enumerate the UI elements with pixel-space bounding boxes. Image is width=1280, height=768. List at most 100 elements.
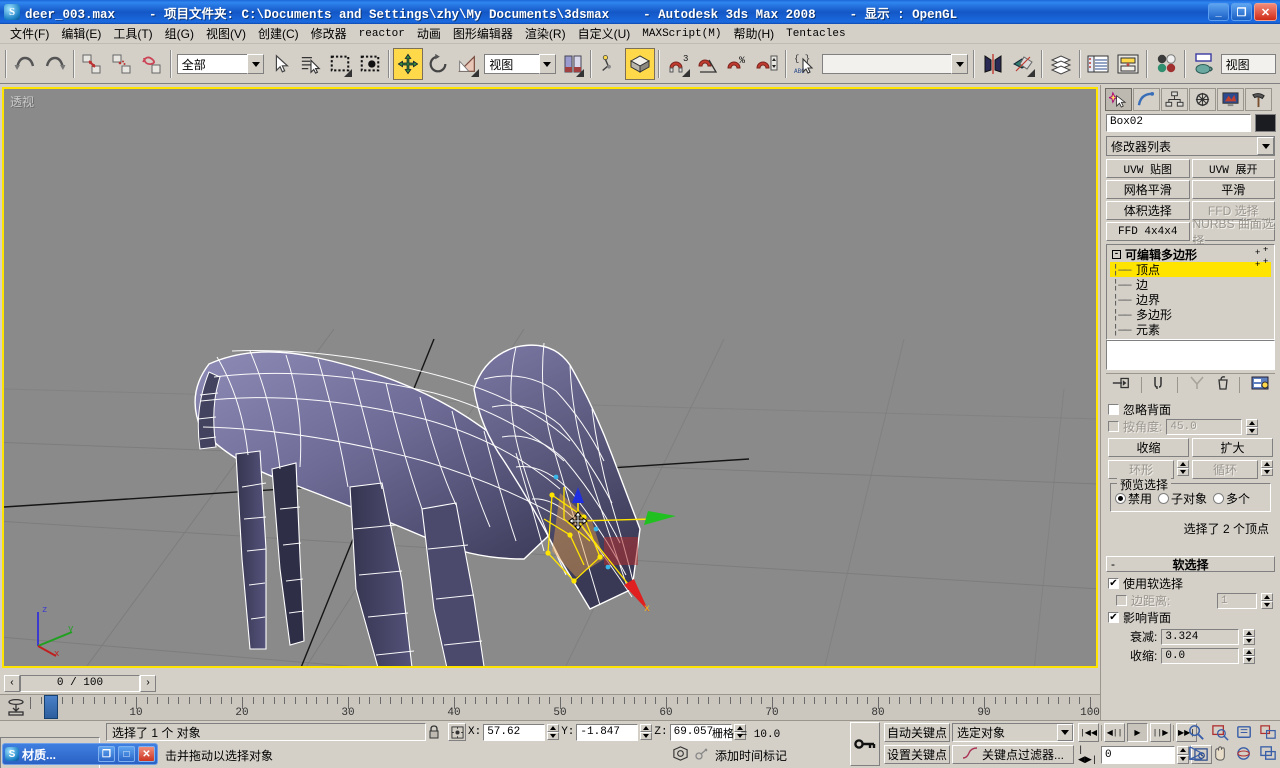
time-tag-key-icon[interactable] — [694, 746, 710, 765]
by-angle-checkbox[interactable] — [1108, 421, 1119, 432]
select-and-move-button[interactable] — [393, 48, 423, 80]
named-selection-sets-combo[interactable] — [821, 54, 969, 74]
unlink-selection-button[interactable] — [107, 48, 137, 80]
curve-editor-button[interactable] — [1084, 48, 1114, 80]
select-by-name-button[interactable] — [296, 48, 326, 80]
current-frame-field[interactable]: 0 — [1101, 745, 1175, 764]
modify-tab[interactable] — [1133, 87, 1160, 111]
pinch-row[interactable]: 收缩: 0.0 — [1108, 647, 1273, 664]
absolute-relative-mode-button[interactable] — [448, 723, 466, 741]
menu-item-10[interactable]: 渲染(R) — [519, 23, 572, 44]
stack-subobject-0[interactable]: ¦—— 顶点 — [1110, 262, 1271, 277]
collapse-toggle-icon[interactable]: - — [1112, 250, 1121, 259]
layer-manager-button[interactable] — [1046, 48, 1076, 80]
chevron-down-icon[interactable] — [951, 54, 969, 74]
arc-rotate-button[interactable] — [1232, 743, 1256, 764]
key-mode-button[interactable] — [850, 722, 880, 766]
menu-item-0[interactable]: 文件(F) — [4, 23, 55, 44]
grow-button[interactable]: 扩大 — [1192, 438, 1273, 457]
menu-item-3[interactable]: 组(G) — [159, 23, 200, 44]
menu-item-7[interactable]: reactor — [353, 26, 411, 42]
select-and-manipulate-button[interactable] — [595, 48, 625, 80]
use-soft-selection-row[interactable]: ✔ 使用软选择 — [1108, 575, 1273, 592]
modifier-stack-empty-area[interactable] — [1106, 340, 1275, 370]
select-and-scale-button[interactable] — [453, 48, 483, 80]
make-unique-icon[interactable] — [1188, 375, 1206, 394]
by-angle-spinner[interactable] — [1246, 418, 1259, 435]
preview-option-radio[interactable] — [1158, 493, 1170, 504]
x-spinner[interactable] — [547, 724, 560, 740]
display-tab[interactable] — [1217, 87, 1244, 111]
by-angle-field[interactable]: 45.0 — [1166, 418, 1243, 435]
modifier-button-6[interactable]: FFD 4x4x4 — [1106, 222, 1190, 241]
zoom-button[interactable] — [1184, 722, 1208, 743]
edge-distance-spinner[interactable] — [1261, 592, 1273, 609]
pin-stack-icon[interactable] — [1111, 375, 1131, 394]
chevron-down-icon[interactable] — [538, 54, 556, 74]
bind-to-space-warp-button[interactable] — [137, 48, 167, 80]
pinch-spinner[interactable] — [1243, 647, 1256, 664]
perspective-viewport[interactable]: x 透视 z y x — [2, 87, 1098, 668]
minimize-button[interactable]: _ — [1208, 3, 1229, 21]
time-slider-thumb[interactable] — [44, 695, 58, 719]
y-spinner[interactable] — [640, 724, 653, 740]
align-button[interactable] — [1008, 48, 1038, 80]
time-slider-current-frame[interactable]: 0 / 100 — [20, 674, 140, 692]
redo-button[interactable] — [40, 48, 70, 80]
selection-filter-combo[interactable]: 全部 — [176, 54, 264, 74]
select-object-button[interactable] — [266, 48, 296, 80]
chevron-down-icon[interactable] — [1057, 724, 1073, 741]
modifier-list-combo[interactable]: 修改器列表 — [1106, 136, 1275, 156]
falloff-row[interactable]: 衰减: 3.324 — [1108, 628, 1273, 645]
time-slider-prev-button[interactable]: ‹ — [4, 674, 20, 692]
key-selection-combo[interactable]: 选定对象 — [952, 723, 1074, 742]
configure-modifier-sets-icon[interactable] — [1250, 375, 1270, 394]
menu-item-11[interactable]: 自定义(U) — [572, 23, 637, 44]
edge-distance-row[interactable]: 边距离: 1 — [1108, 592, 1273, 609]
use-soft-selection-checkbox[interactable]: ✔ — [1108, 578, 1119, 589]
menu-item-5[interactable]: 创建(C) — [252, 23, 305, 44]
percent-snap-toggle-button[interactable]: % — [722, 48, 752, 80]
window-crossing-toggle-button[interactable] — [355, 48, 385, 80]
spinner-snap-toggle-button[interactable] — [752, 48, 782, 80]
x-coordinate-field[interactable]: 57.62 — [483, 723, 546, 741]
time-configuration-icon[interactable] — [672, 745, 689, 765]
modifier-button-1[interactable]: UVW 展开 — [1191, 159, 1275, 178]
angle-snap-toggle-button[interactable] — [693, 48, 723, 80]
close-button[interactable]: ✕ — [1254, 3, 1277, 21]
play-animation-button[interactable]: ▶ — [1127, 723, 1148, 742]
pinch-field[interactable]: 0.0 — [1161, 647, 1240, 664]
zoom-extents-button[interactable] — [1232, 722, 1256, 743]
rollout-collapse-icon[interactable]: - — [1111, 557, 1115, 571]
loop-button[interactable]: 循环 — [1192, 460, 1258, 479]
object-name-field[interactable]: Box02 — [1106, 114, 1251, 132]
preview-option-radio[interactable] — [1115, 493, 1126, 504]
field-of-view-button[interactable] — [1184, 743, 1208, 764]
key-mode-toggle-button[interactable]: |◀▶| — [1078, 745, 1099, 765]
edit-named-selection-sets-button[interactable]: { } ABC — [790, 48, 820, 80]
add-time-tag-label[interactable]: 添加时间标记 — [715, 747, 787, 764]
edge-distance-checkbox[interactable] — [1116, 595, 1127, 606]
object-color-swatch[interactable] — [1255, 114, 1276, 132]
material-editor-restore-button[interactable]: ❐ — [98, 746, 115, 762]
menu-item-14[interactable]: Tentacles — [780, 26, 851, 42]
menu-item-1[interactable]: 编辑(E) — [55, 23, 107, 44]
use-center-flyout-button[interactable] — [558, 48, 588, 80]
rectangular-selection-region-button[interactable] — [326, 48, 356, 80]
menu-item-4[interactable]: 视图(V) — [200, 23, 252, 44]
loop-spinner[interactable] — [1261, 460, 1273, 476]
next-frame-button[interactable]: ||▶ — [1150, 723, 1171, 742]
selection-lock-toggle[interactable] — [424, 723, 444, 741]
track-bar[interactable]: 10 20 30 40 50 60 70 80 90 100 — [0, 694, 1100, 720]
render-preset-combo[interactable]: 视图 — [1220, 54, 1277, 74]
undo-button[interactable] — [10, 48, 40, 80]
viewport-label[interactable]: 透视 — [10, 93, 34, 110]
time-slider-next-button[interactable]: › — [140, 674, 156, 692]
modifier-button-0[interactable]: UVW 贴图 — [1106, 159, 1190, 178]
shrink-button[interactable]: 收缩 — [1108, 438, 1189, 457]
set-key-button[interactable]: 设置关键点 — [884, 745, 950, 764]
hierarchy-tab[interactable] — [1161, 87, 1188, 111]
pan-view-button[interactable] — [1208, 743, 1232, 764]
snaps-3d-toggle-button[interactable]: 3 — [663, 48, 693, 80]
menu-item-13[interactable]: 帮助(H) — [727, 23, 780, 44]
